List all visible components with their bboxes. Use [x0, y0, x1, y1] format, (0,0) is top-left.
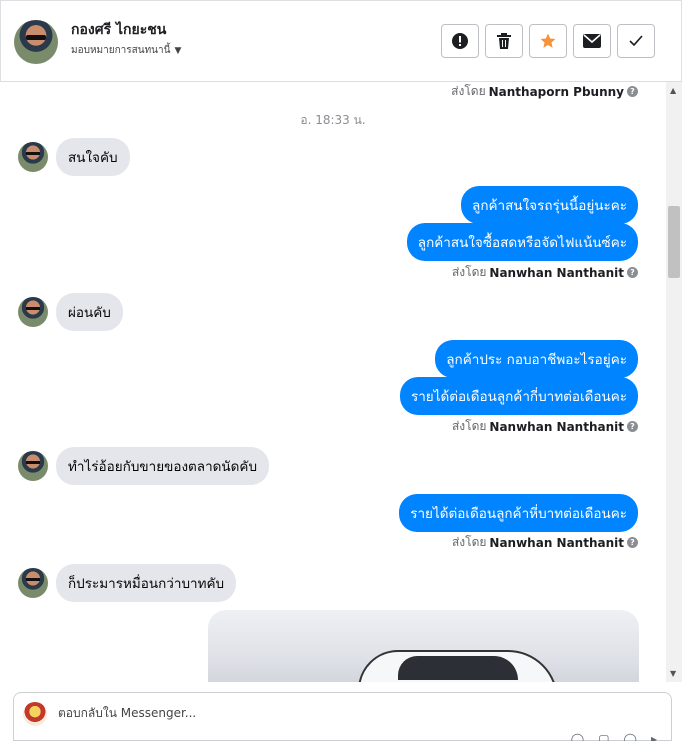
contact-name[interactable]: กองศรี ไกยะชน	[71, 19, 166, 41]
incoming-bubble[interactable]: สนใจคับ	[56, 138, 130, 176]
help-icon[interactable]: ?	[627, 267, 638, 278]
contact-avatar[interactable]	[14, 20, 58, 64]
sender-name: Nanwhan Nanthanit	[489, 265, 624, 280]
outgoing-bubble[interactable]: ลูกค้าสนใจซื้อสดหรือจัดไฟแน้นซ์คะ	[406, 223, 638, 261]
scroll-up-arrow-icon[interactable]: ▲	[670, 86, 676, 95]
star-icon	[540, 33, 556, 48]
sent-by-label: ส่งโดย Nanwhan Nanthanit ?	[452, 263, 638, 282]
scrollbar-thumb[interactable]	[668, 206, 680, 278]
page-avatar	[23, 702, 47, 726]
emoji-icon[interactable]: ◯	[624, 732, 637, 741]
image-icon[interactable]: ▢	[598, 732, 609, 741]
message-thread[interactable]: ส่งโดย Nanthaporn Pbunny ? อ. 18:33 น. ส…	[0, 82, 666, 682]
outgoing-bubble[interactable]: ลูกค้าประ กอบอาชีพอะไรอยู่คะ	[435, 340, 638, 378]
sent-by-prefix: ส่งโดย	[451, 535, 487, 549]
mark-spam-button[interactable]	[441, 24, 479, 58]
outgoing-bubble[interactable]: ลูกค้าสนใจรถรุ่นนี้อยู่นะคะ	[461, 186, 638, 224]
contact-avatar-small[interactable]	[18, 142, 48, 172]
mark-done-button[interactable]	[617, 24, 655, 58]
assign-label: มอบหมายการสนทนานี้	[71, 45, 171, 56]
sent-by-label: ส่งโดย Nanthaporn Pbunny ?	[451, 82, 638, 101]
scroll-down-arrow-icon[interactable]: ▼	[670, 669, 676, 678]
like-icon[interactable]: ▸	[651, 732, 657, 741]
car-window-shape	[398, 656, 518, 680]
exclamation-icon	[452, 33, 468, 49]
envelope-icon	[583, 34, 601, 48]
assign-conversation-dropdown[interactable]: มอบหมายการสนทนานี้ ▼	[71, 43, 181, 58]
car-photo-attachment[interactable]	[208, 610, 639, 682]
help-icon[interactable]: ?	[627, 86, 638, 97]
contact-avatar-small[interactable]	[18, 297, 48, 327]
trash-icon	[497, 33, 511, 49]
header-actions	[441, 24, 655, 58]
sender-name: Nanthaporn Pbunny	[488, 84, 624, 99]
mark-unread-button[interactable]	[573, 24, 611, 58]
sender-name: Nanwhan Nanthanit	[489, 419, 624, 434]
thread-scrollbar[interactable]: ▲ ▼	[666, 82, 682, 682]
contact-avatar-small[interactable]	[18, 451, 48, 481]
composer-tools: ◯ ▢ ◯ ▸	[571, 732, 657, 741]
outgoing-bubble[interactable]: รายได้ต่อเดือนลูกค้าหี่บาทต่อเดือนคะ	[399, 494, 638, 532]
help-icon[interactable]: ?	[627, 421, 638, 432]
caret-down-icon: ▼	[174, 45, 182, 56]
help-icon[interactable]: ?	[627, 537, 638, 548]
sent-by-prefix: ส่งโดย	[451, 84, 486, 98]
sent-by-prefix: ส่งโดย	[451, 265, 487, 279]
delete-button[interactable]	[485, 24, 523, 58]
sent-by-prefix: ส่งโดย	[451, 419, 487, 433]
reply-input[interactable]	[58, 706, 458, 720]
incoming-message: ก็ประมารหมื่อนกว่าบาทคับ	[18, 564, 237, 602]
incoming-bubble[interactable]: ก็ประมารหมื่อนกว่าบาทคับ	[56, 564, 237, 602]
incoming-message: ทำไร่อ้อยกับขายของตลาดนัดคับ	[18, 447, 270, 485]
star-button[interactable]	[529, 24, 567, 58]
incoming-bubble[interactable]: ทำไร่อ้อยกับขายของตลาดนัดคับ	[56, 447, 270, 485]
incoming-bubble[interactable]: ผ่อนคับ	[56, 293, 123, 331]
timestamp: อ. 18:33 น.	[300, 113, 366, 127]
contact-avatar-small[interactable]	[18, 568, 48, 598]
sender-name: Nanwhan Nanthanit	[489, 535, 624, 550]
attach-icon[interactable]: ◯	[571, 732, 584, 741]
incoming-message: สนใจคับ	[18, 138, 130, 176]
incoming-message: ผ่อนคับ	[18, 293, 123, 331]
reply-composer: ◯ ▢ ◯ ▸	[13, 692, 672, 741]
sent-by-label: ส่งโดย Nanwhan Nanthanit ?	[452, 533, 638, 552]
check-icon	[629, 35, 643, 47]
conversation-header: กองศรี ไกยะชน มอบหมายการสนทนานี้ ▼	[0, 0, 682, 82]
outgoing-bubble[interactable]: รายได้ต่อเดือนลูกค้ากี่บาทต่อเดือนคะ	[399, 377, 638, 415]
sent-by-label: ส่งโดย Nanwhan Nanthanit ?	[452, 417, 638, 436]
